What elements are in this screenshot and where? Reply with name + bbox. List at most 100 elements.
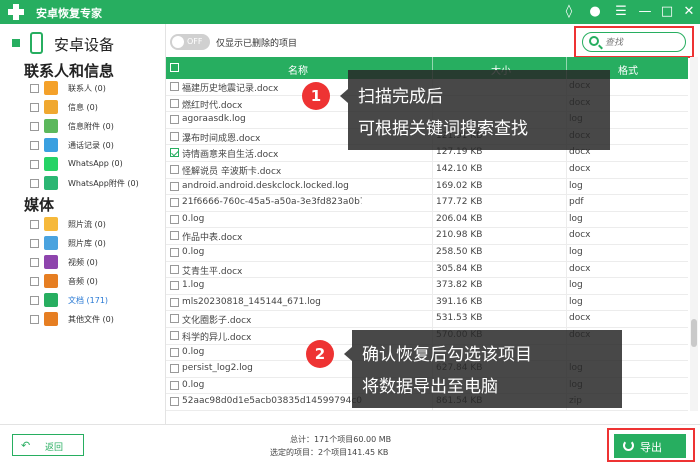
table-scrollbar[interactable] [690, 57, 698, 411]
row-checkbox[interactable] [170, 331, 179, 340]
only-deleted-label: 仅显示已删除的项目 [216, 39, 298, 49]
back-arrow-icon: ↶ [21, 439, 31, 452]
sidebar-item-checkbox[interactable] [30, 315, 39, 324]
device-checkbox[interactable] [12, 39, 20, 47]
wifi-icon[interactable]: ◊ [560, 3, 578, 21]
back-label: 返回 [45, 443, 64, 453]
menu-icon[interactable]: ☰ [612, 3, 630, 21]
cell-size: 206.04 KB [436, 213, 483, 224]
sidebar-item-label: 联系人 (0) [68, 84, 106, 93]
sidebar-item[interactable]: WhatsApp附件 (0) [30, 175, 162, 193]
table-row[interactable]: android.android.deskclock.locked.log 169.… [166, 179, 688, 196]
cell-name: 诗情画意来自生活.docx [182, 150, 279, 161]
cell-name: 0.log [182, 379, 205, 390]
sidebar-item-label: 视频 (0) [68, 258, 98, 267]
table-row[interactable]: 怪解说员 辛波斯卡.docx 142.10 KB docx [166, 162, 688, 179]
back-button[interactable]: ↶ 返回 [12, 434, 84, 456]
table-row[interactable]: 1.log 373.82 KB log [166, 278, 688, 295]
row-checkbox[interactable] [170, 131, 179, 141]
sidebar-item[interactable]: WhatsApp (0) [30, 156, 162, 174]
cell-name: 作品中表.docx [182, 233, 243, 244]
row-checkbox[interactable] [170, 231, 179, 241]
sidebar-item[interactable]: 音频 (0) [30, 273, 162, 291]
row-checkbox[interactable] [170, 214, 179, 224]
cell-name: persist_log2.log [182, 363, 253, 374]
select-all-checkbox[interactable] [170, 63, 179, 72]
row-checkbox[interactable] [170, 347, 179, 357]
audio-icon [44, 274, 58, 288]
sidebar-item-checkbox[interactable] [30, 84, 39, 93]
header-name[interactable]: 名称 [288, 62, 308, 77]
row-checkbox[interactable] [170, 364, 179, 374]
row-checkbox[interactable] [170, 148, 179, 158]
cell-format: log [569, 180, 583, 191]
callout-2-number: 2 [306, 340, 334, 368]
sidebar-item-checkbox[interactable] [30, 103, 39, 112]
sidebar-item-label: 文档 (171) [68, 296, 109, 305]
sidebar-item[interactable]: 照片流 (0) [30, 216, 162, 234]
sidebar-item[interactable]: 视频 (0) [30, 254, 162, 272]
device-label: 安卓设备 [54, 36, 115, 54]
sidebar-item[interactable]: 照片库 (0) [30, 235, 162, 253]
sidebar-item-checkbox[interactable] [30, 141, 39, 150]
sidebar-item-checkbox[interactable] [30, 258, 39, 267]
cell-name: 52aac98d0d1e5acb03835d14599794c0.zip [182, 396, 362, 407]
table-row[interactable]: 0.log 258.50 KB log [166, 245, 688, 262]
row-checkbox[interactable] [170, 297, 179, 307]
close-icon[interactable]: ✕ [680, 3, 698, 21]
row-checkbox[interactable] [170, 181, 179, 191]
cell-size: 258.50 KB [436, 247, 483, 257]
callout-1: 1 扫描完成后 可根据关键词搜索查找 [302, 70, 610, 150]
cell-format: docx [569, 230, 591, 241]
show-deleted-toggle[interactable]: OFF [170, 34, 210, 50]
video-icon [44, 255, 58, 269]
header-format[interactable]: 格式 [618, 62, 638, 77]
callout-1-number: 1 [302, 82, 330, 110]
sidebar-item[interactable]: 联系人 (0) [30, 80, 162, 98]
scrollbar-thumb[interactable] [691, 319, 697, 347]
cell-name: 0.log [182, 346, 205, 357]
row-checkbox[interactable] [170, 115, 179, 125]
search-highlight-box [574, 26, 694, 58]
sidebar-item-label: 信息 (0) [68, 103, 98, 112]
row-checkbox[interactable] [170, 380, 179, 390]
table-row[interactable]: mls20230818_145144_671.log 391.16 KB log [166, 295, 688, 312]
maximize-icon[interactable]: □ [658, 3, 676, 21]
sidebar-item-checkbox[interactable] [30, 160, 39, 169]
sidebar-item-checkbox[interactable] [30, 296, 39, 305]
minimize-icon[interactable]: — [636, 3, 654, 21]
device-row[interactable]: 安卓设备 [12, 30, 162, 54]
sidebar-item-checkbox[interactable] [30, 220, 39, 229]
sidebar-item[interactable]: 信息 (0) [30, 99, 162, 117]
row-checkbox[interactable] [170, 165, 179, 174]
table-row[interactable]: 文化圈影子.docx 531.53 KB docx [166, 311, 688, 328]
row-checkbox[interactable] [170, 248, 179, 257]
table-row[interactable]: 作品中表.docx 210.98 KB docx [166, 228, 688, 245]
row-checkbox[interactable] [170, 314, 179, 324]
table-row[interactable]: 艾青生平.docx 305.84 KB docx [166, 262, 688, 279]
cell-name: mls20230818_145144_671.log [182, 296, 321, 307]
callout-1-line-2: 可根据关键词搜索查找 [358, 119, 528, 139]
sidebar-item-checkbox[interactable] [30, 277, 39, 286]
table-row[interactable]: 0.log 206.04 KB log [166, 212, 688, 229]
cell-name: 福建历史地震记录.docx [182, 84, 279, 94]
chat-icon[interactable]: ● [586, 3, 604, 21]
sidebar-item[interactable]: 其他文件 (0) [30, 311, 162, 329]
row-checkbox[interactable] [170, 281, 179, 291]
row-checkbox[interactable] [170, 264, 179, 274]
row-checkbox[interactable] [170, 82, 179, 91]
cell-size: 210.98 KB [436, 230, 483, 241]
sidebar-item-checkbox[interactable] [30, 179, 39, 188]
cell-size: 142.10 KB [436, 164, 483, 174]
cell-name: 瀑布时间成恩.docx [182, 133, 261, 144]
row-checkbox[interactable] [170, 198, 179, 208]
row-checkbox[interactable] [170, 98, 179, 108]
table-row[interactable]: 21f6666-760c-45a5-a50a-3e3fd823a0b7.pdf 1… [166, 195, 688, 212]
sidebar-item[interactable]: 信息附件 (0) [30, 118, 162, 136]
sidebar-item[interactable]: 文档 (171) [30, 292, 162, 310]
sidebar-item[interactable]: 通话记录 (0) [30, 137, 162, 155]
sidebar-item-checkbox[interactable] [30, 122, 39, 131]
row-checkbox[interactable] [170, 397, 179, 407]
sidebar-item-checkbox[interactable] [30, 239, 39, 248]
messages-icon [44, 100, 58, 114]
